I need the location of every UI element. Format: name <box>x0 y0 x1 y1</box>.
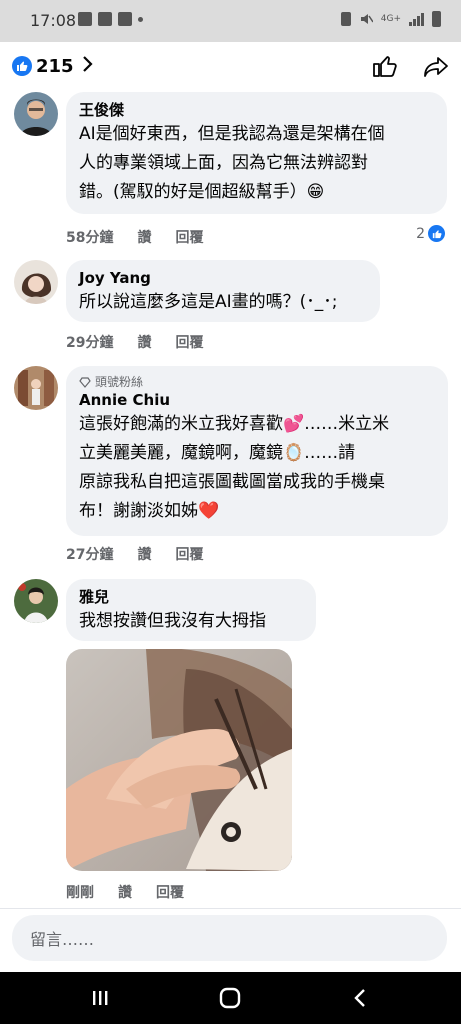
comment-actions: 剛剛 讚 回覆 <box>66 882 184 902</box>
status-bar: 17:08 4G+ <box>0 0 461 42</box>
comment-reactions[interactable]: 2 <box>416 225 445 242</box>
notification-icons <box>78 12 143 26</box>
network-type: 4G+ <box>380 14 401 24</box>
comment-time: 58分鐘 <box>66 230 114 246</box>
comment-text: 人的專業領域上面，因為它無法辨認對 <box>79 153 368 173</box>
comment-time: 剛剛 <box>66 885 94 901</box>
reply-button[interactable]: 回覆 <box>156 882 184 902</box>
comment-text: 原諒我私自把這張圖截圖當成我的手機桌 <box>79 472 385 492</box>
badge-label: 頭號粉絲 <box>95 375 144 389</box>
comment-text: 錯。(駕馭的好是個超級幫手）😁 <box>79 182 325 202</box>
comment-time: 29分鐘 <box>66 335 114 351</box>
like-button[interactable]: 讚 <box>137 227 151 247</box>
avatar[interactable] <box>14 92 58 136</box>
avatar[interactable] <box>14 579 58 623</box>
comment-text: 所以說這麼多這是AI畫的嗎？(･_･; <box>79 292 338 312</box>
comment-author[interactable]: Joy Yang <box>79 268 366 288</box>
recent-apps-icon[interactable] <box>60 972 140 1024</box>
system-icons: 4G+ <box>340 11 441 27</box>
like-button[interactable]: 讚 <box>137 544 151 564</box>
like-reaction-icon <box>428 225 445 242</box>
comment-actions: 29分鐘 讚 回覆 <box>66 332 203 352</box>
comment-text: 這張好飽滿的米立我好喜歡💕……米立米 <box>79 414 390 434</box>
comment-actions: 58分鐘 讚 回覆 <box>66 227 203 247</box>
comment-composer[interactable] <box>12 915 447 963</box>
divider <box>0 908 461 909</box>
chevron-right-icon <box>82 54 94 78</box>
comment-text: 我想按讚但我沒有大拇指 <box>79 611 266 631</box>
diamond-badge-icon <box>79 376 91 388</box>
comment-bubble: 雅兒 我想按讚但我沒有大拇指 <box>66 579 316 641</box>
back-icon[interactable] <box>320 972 400 1024</box>
comment-text: AI是個好東西，但是我認為還是架構在個 <box>79 124 385 144</box>
comment-actions: 27分鐘 讚 回覆 <box>66 544 203 564</box>
comment-bubble: Joy Yang 所以說這麼多這是AI畫的嗎？(･_･; <box>66 260 380 322</box>
like-thumb-icon[interactable] <box>372 54 398 82</box>
system-nav-bar <box>0 972 461 1024</box>
comment-text: 立美麗美麗，￼魔鏡啊，魔鏡🪞……￼請 <box>79 443 356 463</box>
reaction-count: 2 <box>416 225 425 242</box>
comment-author[interactable]: 王俊傑 <box>79 100 433 120</box>
lock-icon <box>340 12 351 26</box>
comment-time: 27分鐘 <box>66 547 114 563</box>
avatar[interactable] <box>14 260 58 304</box>
status-time: 17:08 <box>30 11 77 30</box>
like-reaction-icon <box>12 56 32 76</box>
comment-input[interactable] <box>28 915 432 963</box>
signal-icon <box>409 12 424 26</box>
reply-button[interactable]: 回覆 <box>175 544 203 564</box>
teams-icon <box>98 12 112 26</box>
top-fan-badge: 頭號粉絲 <box>79 374 434 390</box>
comment-photo[interactable] <box>66 649 292 871</box>
share-arrow-icon[interactable] <box>423 56 449 82</box>
battery-icon <box>432 11 441 27</box>
like-button[interactable]: 讚 <box>118 882 132 902</box>
gallery-icon <box>78 12 92 26</box>
comment-text: 布！謝謝淡如姊❤️ <box>79 501 220 521</box>
comment-author[interactable]: Annie Chiu <box>79 390 434 410</box>
teams-icon <box>118 12 132 26</box>
comment-bubble: 王俊傑 AI是個好東西，但是我認為還是架構在個 人的專業領域上面，因為它無法辨認… <box>66 92 447 214</box>
comment-bubble: 頭號粉絲 Annie Chiu 這張好飽滿的米立我好喜歡💕……米立米 立美麗美麗… <box>66 366 448 536</box>
avatar[interactable] <box>14 366 58 410</box>
reactions-summary[interactable]: 215 <box>12 54 94 78</box>
comment-author[interactable]: 雅兒 <box>79 587 302 607</box>
home-icon[interactable] <box>190 972 270 1024</box>
reply-button[interactable]: 回覆 <box>175 332 203 352</box>
more-dot-icon <box>138 17 143 22</box>
reaction-count: 215 <box>36 55 74 77</box>
like-button[interactable]: 讚 <box>137 332 151 352</box>
comments-sheet: 215 王俊傑 AI是個好東西，但是我認為還是架構在個 人的專業領域上面，因為它… <box>0 42 461 972</box>
mute-icon <box>360 14 373 24</box>
reply-button[interactable]: 回覆 <box>175 227 203 247</box>
